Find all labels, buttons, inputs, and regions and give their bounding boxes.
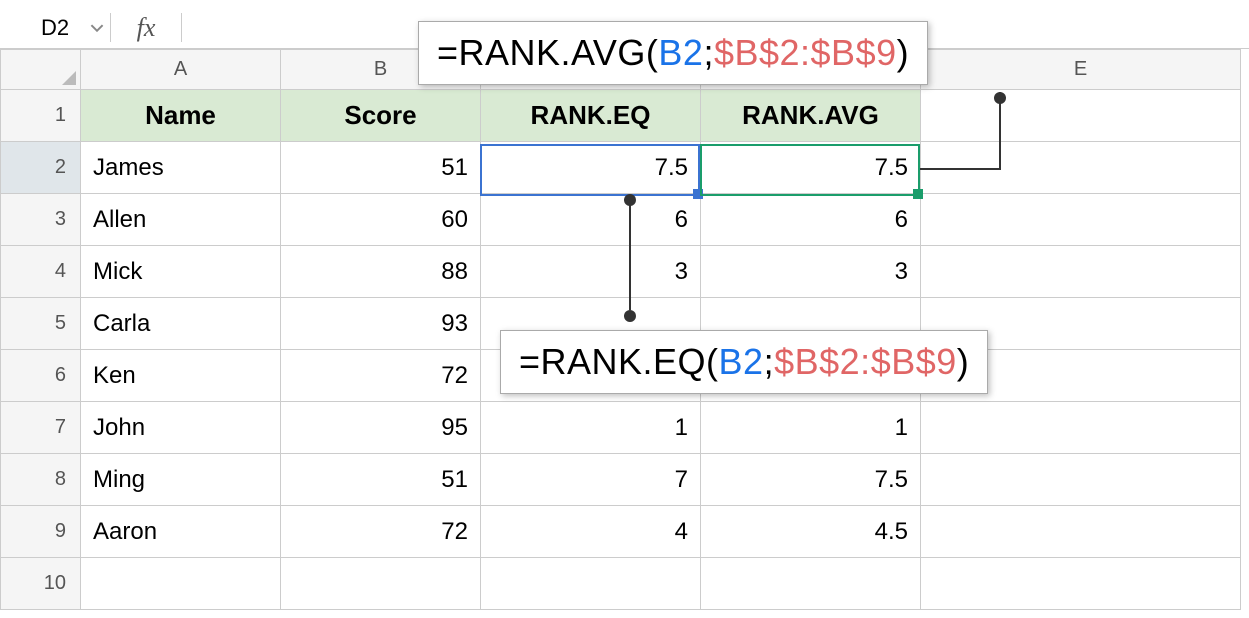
table-row: 3 Allen 60 6 6 xyxy=(1,194,1241,246)
cell-D3[interactable]: 6 xyxy=(701,194,921,246)
cell-B5[interactable]: 93 xyxy=(281,298,481,350)
cell-A6[interactable]: Ken xyxy=(81,350,281,402)
corner-triangle-icon xyxy=(62,71,76,85)
fx-label[interactable]: fx xyxy=(111,13,181,43)
cell-E4[interactable] xyxy=(921,246,1241,298)
name-box[interactable]: D2 xyxy=(0,7,110,48)
cell-D7[interactable]: 1 xyxy=(701,402,921,454)
cell-A7[interactable]: John xyxy=(81,402,281,454)
formula-callout-rankavg: =RANK.AVG(B2;$B$2:$B$9) xyxy=(418,21,928,85)
cell-C8[interactable]: 7 xyxy=(481,454,701,506)
cell-B1[interactable]: Score xyxy=(281,90,481,142)
cell-E10[interactable] xyxy=(921,558,1241,610)
cell-A8[interactable]: Ming xyxy=(81,454,281,506)
formula-token: B2 xyxy=(658,32,703,73)
col-header-A[interactable]: A xyxy=(81,50,281,90)
cell-A9[interactable]: Aaron xyxy=(81,506,281,558)
row-header-7[interactable]: 7 xyxy=(1,402,81,454)
cell-A10[interactable] xyxy=(81,558,281,610)
row-header-3[interactable]: 3 xyxy=(1,194,81,246)
chevron-down-icon[interactable] xyxy=(90,15,104,41)
cell-D9[interactable]: 4.5 xyxy=(701,506,921,558)
cell-A2[interactable]: James xyxy=(81,142,281,194)
cell-E3[interactable] xyxy=(921,194,1241,246)
formula-token: ; xyxy=(764,341,775,382)
cell-A1[interactable]: Name xyxy=(81,90,281,142)
cell-E9[interactable] xyxy=(921,506,1241,558)
cell-D2[interactable]: 7.5 xyxy=(701,142,921,194)
formula-token: B2 xyxy=(719,341,764,382)
cell-D10[interactable] xyxy=(701,558,921,610)
cell-D1[interactable]: RANK.AVG xyxy=(701,90,921,142)
cell-C7[interactable]: 1 xyxy=(481,402,701,454)
formula-token: $B$2:$B$9 xyxy=(774,341,957,382)
cell-C3[interactable]: 6 xyxy=(481,194,701,246)
cell-C10[interactable] xyxy=(481,558,701,610)
cell-A3[interactable]: Allen xyxy=(81,194,281,246)
name-box-value: D2 xyxy=(41,15,69,41)
cell-A5[interactable]: Carla xyxy=(81,298,281,350)
formula-token: $B$2:$B$9 xyxy=(714,32,897,73)
row-header-9[interactable]: 9 xyxy=(1,506,81,558)
select-all-corner[interactable] xyxy=(1,50,81,90)
row-header-2[interactable]: 2 xyxy=(1,142,81,194)
table-row: 1 Name Score RANK.EQ RANK.AVG xyxy=(1,90,1241,142)
cell-E7[interactable] xyxy=(921,402,1241,454)
formula-token: ; xyxy=(703,32,714,73)
cell-B7[interactable]: 95 xyxy=(281,402,481,454)
cell-C9[interactable]: 4 xyxy=(481,506,701,558)
cell-B2[interactable]: 51 xyxy=(281,142,481,194)
cell-B10[interactable] xyxy=(281,558,481,610)
table-row: 8 Ming 51 7 7.5 xyxy=(1,454,1241,506)
cell-C1[interactable]: RANK.EQ xyxy=(481,90,701,142)
cell-C4[interactable]: 3 xyxy=(481,246,701,298)
table-row: 9 Aaron 72 4 4.5 xyxy=(1,506,1241,558)
cell-A4[interactable]: Mick xyxy=(81,246,281,298)
cell-E8[interactable] xyxy=(921,454,1241,506)
row-header-10[interactable]: 10 xyxy=(1,558,81,610)
formula-token: =RANK.EQ( xyxy=(519,341,719,382)
formula-token: =RANK.AVG( xyxy=(437,32,658,73)
cell-B4[interactable]: 88 xyxy=(281,246,481,298)
table-row: 2 James 51 7.5 7.5 xyxy=(1,142,1241,194)
cell-D8[interactable]: 7.5 xyxy=(701,454,921,506)
formula-token: ) xyxy=(897,32,910,73)
table-row: 4 Mick 88 3 3 xyxy=(1,246,1241,298)
row-header-1[interactable]: 1 xyxy=(1,90,81,142)
cell-B8[interactable]: 51 xyxy=(281,454,481,506)
cell-C2[interactable]: 7.5 xyxy=(481,142,701,194)
cell-B6[interactable]: 72 xyxy=(281,350,481,402)
cell-E2[interactable] xyxy=(921,142,1241,194)
row-header-8[interactable]: 8 xyxy=(1,454,81,506)
table-row: 7 John 95 1 1 xyxy=(1,402,1241,454)
cell-E1[interactable] xyxy=(921,90,1241,142)
row-header-6[interactable]: 6 xyxy=(1,350,81,402)
formula-token: ) xyxy=(957,341,970,382)
cell-B9[interactable]: 72 xyxy=(281,506,481,558)
row-header-4[interactable]: 4 xyxy=(1,246,81,298)
table-row: 10 xyxy=(1,558,1241,610)
col-header-E[interactable]: E xyxy=(921,50,1241,90)
cell-D4[interactable]: 3 xyxy=(701,246,921,298)
row-header-5[interactable]: 5 xyxy=(1,298,81,350)
cell-B3[interactable]: 60 xyxy=(281,194,481,246)
formula-callout-rankeq: =RANK.EQ(B2;$B$2:$B$9) xyxy=(500,330,988,394)
